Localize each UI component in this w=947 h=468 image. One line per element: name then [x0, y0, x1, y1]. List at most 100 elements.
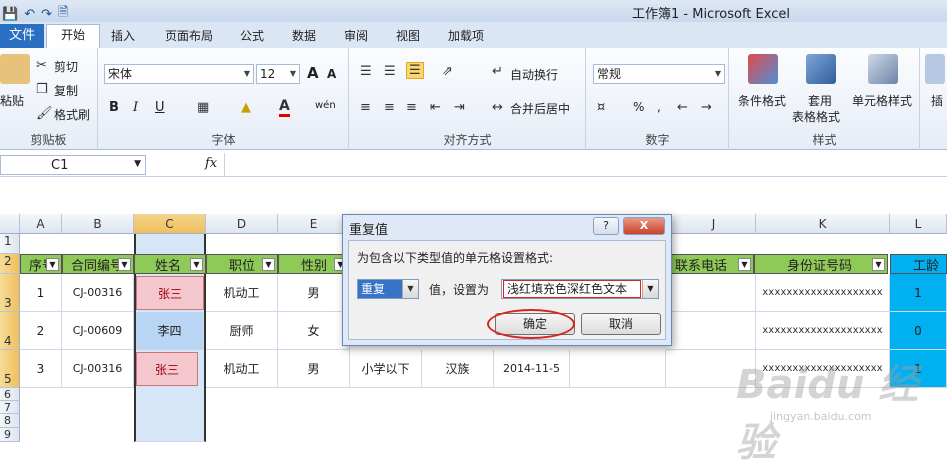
format-table-icon[interactable]	[806, 54, 836, 84]
merge-icon[interactable]: ↔	[492, 100, 503, 115]
currency-icon[interactable]: ¤	[597, 100, 605, 115]
cell-d3[interactable]: 机动工	[206, 274, 278, 312]
insert-function-icon[interactable]: fx	[205, 156, 217, 171]
column-header-d[interactable]: D	[206, 214, 278, 234]
tab-data[interactable]: 数据	[292, 26, 316, 48]
row-header-1[interactable]: 1	[0, 234, 20, 254]
column-header-l[interactable]: L	[890, 214, 947, 234]
font-name-box[interactable]: 宋体 ▼	[104, 64, 254, 84]
tab-view[interactable]: 视图	[396, 26, 420, 48]
cell-a3[interactable]: 1	[20, 274, 62, 312]
increase-indent-icon[interactable]: ⇥	[454, 100, 465, 115]
align-top-icon[interactable]: ☰	[360, 64, 372, 79]
underline-button[interactable]: U	[155, 100, 165, 115]
filter-dropdown-icon[interactable]: ▼	[262, 258, 275, 271]
row-header-6[interactable]: 6	[0, 388, 20, 401]
column-header-j[interactable]: J	[672, 214, 756, 234]
cell-e4[interactable]: 女	[278, 312, 350, 350]
filter-dropdown-icon[interactable]: ▼	[118, 258, 131, 271]
cell-c4[interactable]: 李四	[136, 312, 204, 350]
row-header-7[interactable]: 7	[0, 401, 20, 414]
header-cell-position[interactable]: 职位 ▼	[206, 254, 278, 274]
filter-dropdown-icon[interactable]: ▼	[872, 258, 885, 271]
format-select[interactable]: 浅红填充色深红色文本 ▼	[501, 279, 659, 299]
column-header-e[interactable]: E	[278, 214, 350, 234]
grow-font-button[interactable]: A	[307, 64, 319, 82]
phonetic-button[interactable]: wén	[315, 100, 336, 111]
tab-review[interactable]: 审阅	[344, 26, 368, 48]
number-format-box[interactable]: 常规 ▼	[593, 64, 725, 84]
header-cell-id[interactable]: 身份证号码 ▼	[754, 254, 888, 274]
value-type-select[interactable]: 重复 ▼	[357, 279, 419, 299]
cell-b3[interactable]: CJ-00316	[62, 274, 134, 312]
close-button[interactable]: X	[623, 217, 665, 235]
column-header-k[interactable]: K	[756, 214, 890, 234]
border-icon[interactable]: ▦	[197, 100, 209, 115]
cell-h5[interactable]: 2014-11-5	[494, 350, 570, 388]
align-center-icon[interactable]: ≡	[384, 100, 395, 115]
cell-styles-icon[interactable]	[868, 54, 898, 84]
tab-file[interactable]: 文件	[0, 24, 44, 48]
cell-b4[interactable]: CJ-00609	[62, 312, 134, 350]
cell-l3[interactable]: 1	[890, 274, 947, 312]
merge-center-button[interactable]: 合并后居中	[510, 100, 570, 117]
cell-i5[interactable]	[570, 350, 666, 388]
cell-c5[interactable]: 张三	[136, 352, 198, 386]
column-header-b[interactable]: B	[62, 214, 134, 234]
cell-k4[interactable]: xxxxxxxxxxxxxxxxxxxx	[756, 312, 890, 350]
tab-insert[interactable]: 插入	[111, 26, 135, 48]
cell-d4[interactable]: 厨师	[206, 312, 278, 350]
tab-home[interactable]: 开始	[46, 24, 101, 48]
header-cell-seniority[interactable]: 工龄	[890, 254, 947, 274]
header-cell-gender[interactable]: 性别 ▼	[278, 254, 350, 274]
bold-button[interactable]: B	[109, 100, 119, 115]
filter-dropdown-icon[interactable]: ▼	[738, 258, 751, 271]
cell-j4[interactable]	[666, 312, 756, 350]
cell-a5[interactable]: 3	[20, 350, 62, 388]
align-right-icon[interactable]: ≡	[406, 100, 417, 115]
orientation-icon[interactable]: ⇗	[442, 64, 453, 79]
save-icon[interactable]: 💾	[2, 7, 18, 22]
increase-decimal-icon[interactable]: ←	[677, 100, 688, 115]
cell-l4[interactable]: 0	[890, 312, 947, 350]
cancel-button[interactable]: 取消	[581, 313, 661, 335]
fill-color-icon[interactable]: ▲	[241, 100, 251, 115]
conditional-format-icon[interactable]	[748, 54, 778, 84]
header-cell-name[interactable]: 姓名 ▼	[134, 254, 206, 274]
copy-icon[interactable]: ❐	[36, 82, 48, 97]
cell-b5[interactable]: CJ-00316	[62, 350, 134, 388]
row-header-2[interactable]: 2	[0, 254, 20, 274]
header-cell-phone[interactable]: 联系电话 ▼	[666, 254, 754, 274]
header-cell-seq[interactable]: 序号 ▼	[20, 254, 62, 274]
filter-dropdown-icon[interactable]: ▼	[190, 258, 203, 271]
shrink-font-button[interactable]: A	[327, 67, 336, 81]
paste-button[interactable]: 粘贴	[0, 92, 24, 109]
cut-button[interactable]: 剪切	[54, 58, 78, 75]
formula-input-area[interactable]	[0, 177, 947, 214]
cell-a4[interactable]: 2	[20, 312, 62, 350]
decrease-indent-icon[interactable]: ⇤	[430, 100, 441, 115]
format-painter-button[interactable]: 格式刷	[54, 106, 90, 123]
cell-j3[interactable]	[666, 274, 756, 312]
decrease-decimal-icon[interactable]: →	[701, 100, 712, 115]
font-size-box[interactable]: 12 ▼	[256, 64, 300, 84]
insert-cells-button[interactable]: 插	[931, 92, 943, 109]
header-cell-contract[interactable]: 合同编号 ▼	[62, 254, 134, 274]
cell-styles-button[interactable]: 单元格样式	[852, 92, 912, 109]
copy-button[interactable]: 复制	[54, 82, 78, 99]
row-header-9[interactable]: 9	[0, 428, 20, 442]
row-header-5[interactable]: 5	[0, 350, 20, 388]
cell-c3[interactable]: 张三	[136, 276, 204, 310]
filter-dropdown-icon[interactable]: ▼	[46, 258, 59, 271]
row-header-8[interactable]: 8	[0, 414, 20, 428]
paste-icon[interactable]	[0, 54, 30, 84]
insert-cells-icon[interactable]	[925, 54, 945, 84]
format-table-button[interactable]: 套用	[808, 92, 832, 109]
wrap-text-button[interactable]: 自动换行	[510, 66, 558, 83]
name-box[interactable]: C1 ▼	[0, 155, 146, 175]
conditional-format-button[interactable]: 条件格式	[738, 92, 786, 109]
wrap-text-icon[interactable]: ↵	[492, 64, 503, 79]
cell-d5[interactable]: 机动工	[206, 350, 278, 388]
percent-button[interactable]: %	[633, 100, 644, 114]
comma-button[interactable]: ,	[657, 100, 661, 114]
